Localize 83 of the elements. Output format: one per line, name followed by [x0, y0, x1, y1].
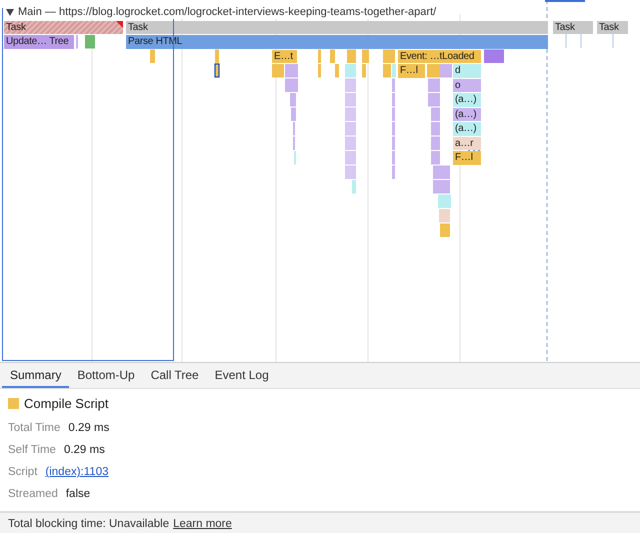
flame-block[interactable]: [85, 35, 95, 48]
field-label: Total Time: [8, 422, 60, 434]
flame-block[interactable]: [392, 93, 395, 106]
flame-block[interactable]: Parse HTML: [126, 35, 548, 48]
flame-block[interactable]: [428, 93, 440, 106]
flame-block[interactable]: [352, 180, 356, 194]
field-value: false: [66, 488, 90, 500]
flame-block[interactable]: (a…): [453, 93, 481, 106]
flame-block[interactable]: [431, 136, 440, 150]
field-label: Streamed: [8, 488, 58, 500]
flame-block[interactable]: [431, 122, 440, 136]
flame-block[interactable]: [431, 108, 440, 121]
flame-block[interactable]: [345, 93, 356, 106]
expand-triangle-icon[interactable]: [6, 8, 14, 16]
flame-block[interactable]: [345, 151, 356, 164]
flame-block[interactable]: [392, 136, 395, 150]
flame-block[interactable]: [291, 108, 296, 121]
flame-block[interactable]: [272, 64, 284, 78]
flame-block[interactable]: [383, 64, 391, 78]
flame-block[interactable]: [345, 64, 356, 78]
flame-block[interactable]: [428, 78, 440, 92]
flame-block[interactable]: [392, 166, 395, 179]
flame-block[interactable]: [345, 78, 356, 92]
flame-block[interactable]: [392, 78, 395, 92]
flame-block[interactable]: [392, 108, 395, 121]
flame-block[interactable]: [330, 50, 335, 63]
flame-block[interactable]: [433, 180, 437, 194]
flame-block[interactable]: F…l: [398, 64, 425, 78]
flame-block[interactable]: a…r: [453, 136, 481, 150]
panel-tab[interactable]: Call Tree: [142, 363, 207, 388]
flame-block[interactable]: (a…): [453, 122, 481, 136]
flame-block[interactable]: [437, 180, 450, 194]
panel-tab[interactable]: Summary: [2, 363, 70, 388]
flame-block[interactable]: F…l: [453, 151, 481, 164]
flame-block[interactable]: [431, 151, 440, 164]
flame-block[interactable]: [392, 151, 395, 164]
flame-block[interactable]: [345, 166, 356, 179]
flame-block[interactable]: [150, 50, 155, 63]
flame-block[interactable]: E…t: [272, 50, 297, 63]
selected-flame-block[interactable]: [214, 63, 220, 78]
status-text: Total blocking time: Unavailable: [8, 518, 170, 530]
flame-block[interactable]: [439, 209, 450, 222]
track-title: Main — https://blog.logrocket.com/logrocket-interviews-keeping-teams-together-apart/: [18, 6, 436, 18]
flame-block[interactable]: [318, 64, 321, 78]
flame-block[interactable]: [433, 166, 437, 179]
learn-more-link[interactable]: Learn more: [173, 518, 232, 530]
flame-block[interactable]: [440, 64, 452, 78]
flame-block[interactable]: [438, 194, 451, 208]
flame-block[interactable]: [345, 108, 356, 121]
flame-block[interactable]: [484, 50, 504, 63]
flame-block[interactable]: o: [453, 78, 481, 92]
field-label: Script: [8, 466, 38, 478]
flame-block[interactable]: Task: [126, 20, 548, 34]
flame-block[interactable]: [440, 224, 450, 237]
flame-block[interactable]: Task: [597, 20, 628, 34]
flame-block[interactable]: [347, 50, 356, 63]
flame-block[interactable]: [318, 50, 321, 63]
flame-block[interactable]: [285, 64, 298, 78]
field-value: 0.29 ms: [68, 422, 110, 434]
flame-block[interactable]: [437, 166, 450, 179]
flame-block[interactable]: [392, 64, 396, 78]
field-value: 0.29 ms: [64, 444, 105, 456]
script-link[interactable]: (index):1103: [45, 466, 108, 478]
event-title: Compile Script: [24, 396, 109, 410]
flame-block[interactable]: Task: [553, 20, 593, 34]
panel-tab[interactable]: Bottom-Up: [69, 363, 143, 388]
flame-block[interactable]: [362, 50, 369, 63]
flame-block[interactable]: [362, 64, 366, 78]
flame-block[interactable]: Update… Tree: [4, 35, 74, 48]
flame-block[interactable]: [427, 64, 440, 78]
flame-block[interactable]: Task: [4, 20, 123, 34]
flame-block[interactable]: [285, 78, 298, 92]
flame-block[interactable]: d: [453, 64, 481, 78]
flame-block[interactable]: [345, 122, 356, 136]
panel-tab[interactable]: Event Log: [206, 363, 277, 388]
flame-block[interactable]: [383, 50, 395, 63]
flame-block[interactable]: [345, 136, 356, 150]
flame-block[interactable]: (a…): [453, 108, 481, 121]
flame-block[interactable]: [335, 64, 339, 78]
flame-block[interactable]: [392, 122, 395, 136]
flame-block[interactable]: [290, 93, 296, 106]
field-label: Self Time: [8, 444, 56, 456]
flame-block[interactable]: Event: …tLoaded: [398, 50, 481, 63]
